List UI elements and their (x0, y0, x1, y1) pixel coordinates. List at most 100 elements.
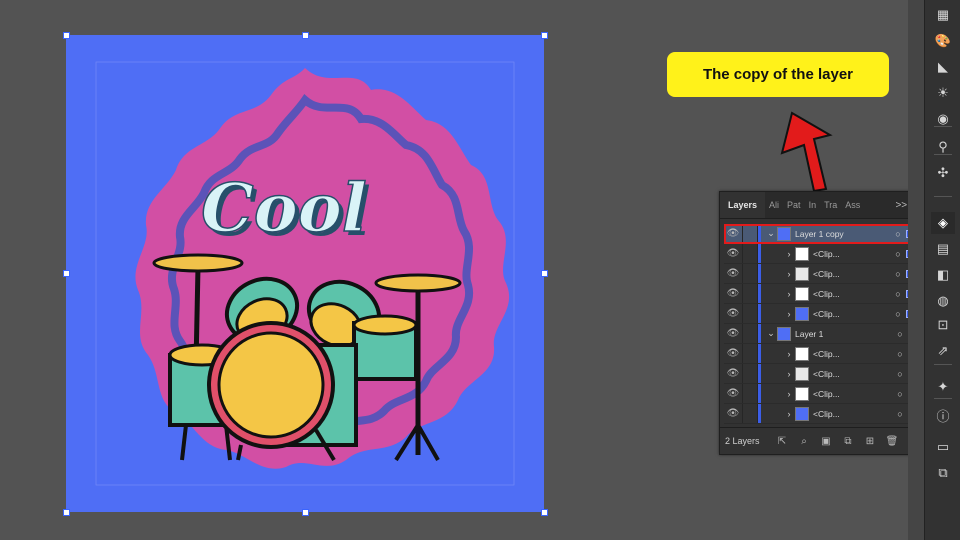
lock-toggle[interactable] (742, 364, 758, 383)
lock-toggle[interactable] (742, 404, 758, 423)
artboard-handle-right[interactable] (541, 270, 548, 277)
visibility-eye-icon[interactable]: 👁 (724, 388, 742, 399)
artboard[interactable]: Cool Cool (63, 32, 548, 516)
target-circle-icon[interactable]: ○ (894, 389, 906, 399)
visibility-eye-icon[interactable]: 👁 (724, 268, 742, 279)
target-circle-icon[interactable]: ○ (892, 309, 904, 319)
overflow-tabs-icon[interactable]: >> (895, 200, 907, 211)
layers-panel[interactable]: Layers Ali Pat In Tra Ass >> ≡ 👁 ⌄ Layer 1… (719, 191, 925, 455)
sublayer-row[interactable]: 👁 › <Clip... ○ (724, 284, 918, 304)
align-icon[interactable]: ▤ (931, 238, 955, 260)
tab-info[interactable]: In (805, 192, 821, 218)
visibility-eye-icon[interactable]: 👁 (724, 328, 742, 339)
transform-icon[interactable]: ◍ (931, 290, 955, 312)
sublayer-row[interactable]: 👁 › <Clip... ○ (724, 244, 918, 264)
layer-name[interactable]: <Clip... (813, 369, 894, 379)
lock-toggle[interactable] (742, 224, 758, 243)
clipping-mask-icon[interactable]: ▣ (815, 436, 837, 447)
chevron-down-icon[interactable]: ⌄ (765, 228, 777, 239)
target-circle-icon[interactable]: ○ (894, 349, 906, 359)
chevron-right-icon[interactable]: › (783, 409, 795, 419)
chevron-right-icon[interactable]: › (783, 389, 795, 399)
appearance-icon[interactable]: ☀ (931, 82, 955, 104)
layer-name[interactable]: Layer 1 (795, 329, 894, 339)
sublayer-row[interactable]: 👁 › <Clip... ○ (724, 364, 918, 384)
artboards-icon[interactable]: ⊡ (931, 314, 955, 336)
chevron-right-icon[interactable]: › (783, 269, 795, 279)
visibility-eye-icon[interactable]: 👁 (724, 368, 742, 379)
visibility-eye-icon[interactable]: 👁 (724, 248, 742, 259)
magic-wand-icon[interactable]: ✦ (931, 376, 955, 398)
chevron-down-icon[interactable]: ⌄ (765, 328, 777, 339)
target-circle-icon[interactable]: ○ (892, 269, 904, 279)
target-circle-icon[interactable]: ○ (894, 409, 906, 419)
tab-transform[interactable]: Tra (820, 192, 841, 218)
target-circle-icon[interactable]: ○ (894, 369, 906, 379)
artboard-handle-top[interactable] (302, 32, 309, 39)
new-layer-icon[interactable]: ⊞ (859, 436, 881, 447)
layers-icon[interactable]: ◈ (931, 212, 955, 234)
lock-toggle[interactable] (742, 324, 758, 343)
pathfinder-icon[interactable]: ◧ (931, 264, 955, 286)
lock-toggle[interactable] (742, 344, 758, 363)
layer-name[interactable]: <Clip... (813, 409, 894, 419)
layer-row[interactable]: 👁 ⌄ Layer 1 copy ○ (724, 224, 918, 244)
lock-toggle[interactable] (742, 244, 758, 263)
tab-align[interactable]: Ali (765, 192, 783, 218)
artboard-handle-top-left[interactable] (63, 32, 70, 39)
delete-layer-icon[interactable]: 🗑 (881, 436, 903, 447)
target-circle-icon[interactable]: ○ (892, 229, 904, 239)
info-icon[interactable]: ⓘ (931, 406, 955, 428)
gradient-panel-icon[interactable]: ▭ (931, 436, 955, 458)
chevron-right-icon[interactable]: › (783, 349, 795, 359)
vertical-scrollbar[interactable] (908, 0, 924, 540)
layer-name[interactable]: <Clip... (813, 269, 892, 279)
tab-asset-export[interactable]: Ass (841, 192, 864, 218)
artboard-handle-bottom-right[interactable] (541, 509, 548, 516)
sublayer-row[interactable]: 👁 › <Clip... ○ (724, 264, 918, 284)
chevron-right-icon[interactable]: › (783, 369, 795, 379)
visibility-eye-icon[interactable]: 👁 (724, 288, 742, 299)
visibility-eye-icon[interactable]: 👁 (724, 228, 742, 239)
layer-name[interactable]: <Clip... (813, 309, 892, 319)
new-sublayer-icon[interactable]: ⧉ (837, 436, 859, 447)
lock-toggle[interactable] (742, 304, 758, 323)
layer-name[interactable]: <Clip... (813, 249, 892, 259)
sublayer-row[interactable]: 👁 › <Clip... ○ (724, 404, 918, 424)
collect-export-icon[interactable]: ⇱ (771, 436, 793, 447)
chevron-right-icon[interactable]: › (783, 309, 795, 319)
symbols-icon[interactable]: ✣ (931, 162, 955, 184)
locate-object-icon[interactable]: ⌕ (793, 436, 815, 447)
layer-row[interactable]: 👁 ⌄ Layer 1 ○ (724, 324, 918, 344)
canvas-area[interactable]: Cool Cool The copy of the layer Layers A… (0, 0, 925, 540)
chevron-right-icon[interactable]: › (783, 249, 795, 259)
layer-name[interactable]: <Clip... (813, 349, 894, 359)
artboard-handle-top-right[interactable] (541, 32, 548, 39)
target-circle-icon[interactable]: ○ (894, 329, 906, 339)
swatches-icon[interactable]: ▦ (931, 4, 955, 26)
export-icon[interactable]: ⇗ (931, 340, 955, 362)
artboard-handle-bottom[interactable] (302, 509, 309, 516)
tab-layers[interactable]: Layers (720, 192, 766, 218)
layer-name[interactable]: Layer 1 copy (795, 229, 892, 239)
sublayer-row[interactable]: 👁 › <Clip... ○ (724, 344, 918, 364)
lock-toggle[interactable] (742, 264, 758, 283)
lock-toggle[interactable] (742, 284, 758, 303)
layer-name[interactable]: <Clip... (813, 289, 892, 299)
chevron-right-icon[interactable]: › (783, 289, 795, 299)
lock-toggle[interactable] (742, 384, 758, 403)
artboard-handle-bottom-left[interactable] (63, 509, 70, 516)
visibility-eye-icon[interactable]: 👁 (724, 308, 742, 319)
tab-pathfinder[interactable]: Pat (783, 192, 805, 218)
visibility-eye-icon[interactable]: 👁 (724, 408, 742, 419)
sublayer-row[interactable]: 👁 › <Clip... ○ (724, 304, 918, 324)
sublayer-row[interactable]: 👁 › <Clip... ○ (724, 384, 918, 404)
artboard-handle-left[interactable] (63, 270, 70, 277)
layer-name[interactable]: <Clip... (813, 389, 894, 399)
transparency-icon[interactable]: ⧉ (931, 462, 955, 484)
brushes-icon[interactable]: 🎨 (931, 30, 955, 52)
target-circle-icon[interactable]: ○ (892, 289, 904, 299)
target-circle-icon[interactable]: ○ (892, 249, 904, 259)
gradient-icon[interactable]: ◣ (931, 56, 955, 78)
visibility-eye-icon[interactable]: 👁 (724, 348, 742, 359)
